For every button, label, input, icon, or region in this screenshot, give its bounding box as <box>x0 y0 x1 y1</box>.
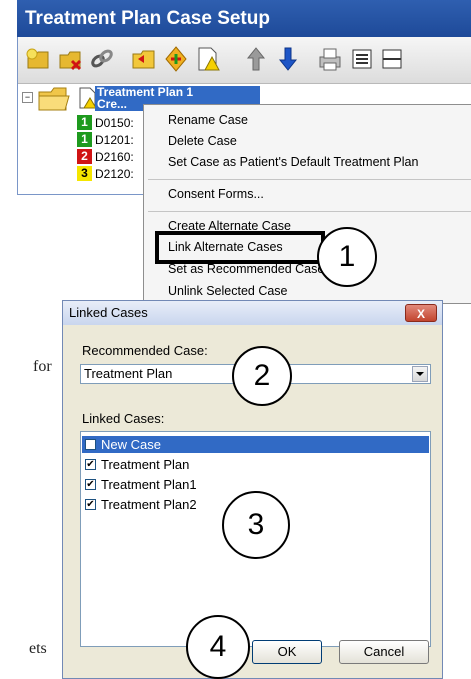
menu-item-set-recommended[interactable]: Set as Recommended Case <box>168 262 324 276</box>
tree-collapse-toggle[interactable]: − <box>22 92 33 103</box>
arrow-up-icon[interactable] <box>242 45 270 73</box>
context-menu: Rename Case Delete Case Set Case as Pati… <box>143 104 471 304</box>
menu-item-rename-case[interactable]: Rename Case <box>168 113 248 127</box>
open-folder-icon[interactable] <box>130 45 158 73</box>
list-item-label: New Case <box>101 437 161 452</box>
checkbox[interactable]: ✔ <box>85 499 96 510</box>
procedure-code[interactable]: D1201: <box>95 133 134 147</box>
arrow-down-icon[interactable] <box>274 45 302 73</box>
menu-item-consent-forms[interactable]: Consent Forms... <box>168 187 264 201</box>
procedure-code[interactable]: D2120: <box>95 167 134 181</box>
delete-case-icon[interactable] <box>56 45 84 73</box>
callout-3: 3 <box>222 491 290 559</box>
priority-badge: 1 <box>77 132 92 147</box>
callout-1: 1 <box>317 227 377 287</box>
checkbox[interactable]: ✔ <box>85 479 96 490</box>
new-case-icon[interactable] <box>24 45 52 73</box>
menu-item-set-default[interactable]: Set Case as Patient's Default Treatment … <box>168 155 418 169</box>
list-item-label: Treatment Plan2 <box>101 497 197 512</box>
procedure-code[interactable]: D0150: <box>95 116 134 130</box>
recommended-case-label: Recommended Case: <box>82 343 208 358</box>
priority-badge: 3 <box>77 166 92 181</box>
callout-4: 4 <box>186 615 250 679</box>
callout-2: 2 <box>232 346 292 406</box>
list-item[interactable]: ✔ Treatment Plan <box>82 456 429 473</box>
close-button[interactable]: X <box>405 304 437 322</box>
chevron-down-icon <box>416 372 424 376</box>
page-text-fragment: ets <box>29 640 47 657</box>
highlight-box <box>155 231 325 264</box>
menu-separator <box>148 211 471 212</box>
menu-separator <box>148 179 471 180</box>
list-icon[interactable] <box>348 45 376 73</box>
document-warning-icon[interactable] <box>194 45 222 73</box>
move-icon[interactable] <box>162 45 190 73</box>
toolbar <box>18 37 471 84</box>
checkbox[interactable]: ✔ <box>85 459 96 470</box>
list-item-label: Treatment Plan <box>101 457 190 472</box>
collapse-icon[interactable] <box>378 45 406 73</box>
priority-badge: 2 <box>77 149 92 164</box>
panel-title: Treatment Plan Case Setup <box>17 0 471 37</box>
dialog-title: Linked Cases <box>69 305 148 320</box>
checkbox[interactable] <box>85 439 96 450</box>
dropdown-arrow[interactable] <box>412 366 428 382</box>
cancel-button[interactable]: Cancel <box>339 640 429 664</box>
case-created: Cre... <box>97 97 128 111</box>
link-icon[interactable] <box>88 45 116 73</box>
menu-item-delete-case[interactable]: Delete Case <box>168 134 237 148</box>
procedure-code[interactable]: D2160: <box>95 150 134 164</box>
menu-item-unlink-case[interactable]: Unlink Selected Case <box>168 284 288 298</box>
print-icon[interactable] <box>316 45 344 73</box>
linked-cases-label: Linked Cases: <box>82 411 165 426</box>
folder-icon <box>38 87 70 111</box>
ok-button[interactable]: OK <box>252 640 322 664</box>
page-text-fragment: for <box>33 358 52 375</box>
list-item-label: Treatment Plan1 <box>101 477 197 492</box>
priority-badge: 1 <box>77 115 92 130</box>
list-item[interactable]: New Case <box>82 436 429 453</box>
